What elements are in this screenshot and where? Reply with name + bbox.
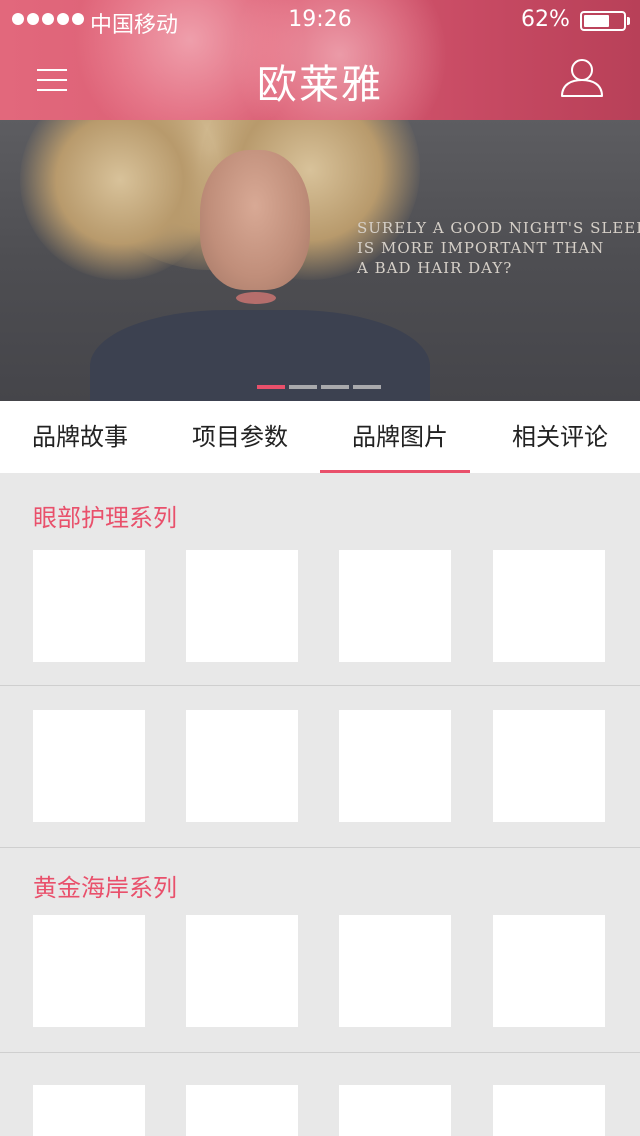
page-title: 欧莱雅 <box>257 62 383 108</box>
product-image-thumbnail[interactable] <box>339 1085 451 1136</box>
product-image-thumbnail[interactable] <box>186 1085 298 1136</box>
status-bar: 中国移动 19:26 62% <box>0 0 640 40</box>
battery-percent: 62% <box>521 7 570 32</box>
product-image-thumbnail[interactable] <box>33 710 145 822</box>
tab-project-params[interactable]: 项目参数 <box>160 401 320 473</box>
product-image-thumbnail[interactable] <box>339 915 451 1027</box>
product-image-thumbnail[interactable] <box>186 550 298 662</box>
header-bar: 中国移动 19:26 62% 欧莱雅 <box>0 0 640 120</box>
section-divider <box>0 847 640 848</box>
product-image-thumbnail[interactable] <box>33 550 145 662</box>
product-image-thumbnail[interactable] <box>339 710 451 822</box>
carousel-dot[interactable] <box>257 385 285 389</box>
tab-brand-story[interactable]: 品牌故事 <box>0 401 160 473</box>
carousel-indicator <box>257 385 381 389</box>
carousel-dot[interactable] <box>321 385 349 389</box>
section-title-gold-coast: 黄金海岸系列 <box>33 874 177 902</box>
tab-brand-images[interactable]: 品牌图片 <box>320 401 480 473</box>
product-image-thumbnail[interactable] <box>186 710 298 822</box>
product-image-thumbnail[interactable] <box>493 915 605 1027</box>
carousel-dot[interactable] <box>353 385 381 389</box>
row-divider <box>0 1052 640 1053</box>
tab-bar: 品牌故事 项目参数 品牌图片 相关评论 <box>0 401 640 473</box>
user-profile-button[interactable] <box>558 56 606 100</box>
product-image-thumbnail[interactable] <box>493 1085 605 1136</box>
product-image-thumbnail[interactable] <box>493 550 605 662</box>
carousel-dot[interactable] <box>289 385 317 389</box>
banner-quote: SURELY A GOOD NIGHT'S SLEEP IS MORE IMPO… <box>357 219 640 277</box>
tab-comments[interactable]: 相关评论 <box>480 401 640 473</box>
product-image-thumbnail[interactable] <box>186 915 298 1027</box>
row-divider <box>0 685 640 686</box>
user-profile-icon <box>561 59 603 97</box>
product-image-thumbnail[interactable] <box>33 1085 145 1136</box>
banner-photo-face <box>200 150 310 290</box>
section-title-eye-care: 眼部护理系列 <box>33 504 177 532</box>
product-image-thumbnail[interactable] <box>493 710 605 822</box>
product-image-thumbnail[interactable] <box>339 550 451 662</box>
banner-carousel[interactable]: SURELY A GOOD NIGHT'S SLEEP IS MORE IMPO… <box>0 120 640 401</box>
battery-icon <box>580 11 630 31</box>
product-image-thumbnail[interactable] <box>33 915 145 1027</box>
